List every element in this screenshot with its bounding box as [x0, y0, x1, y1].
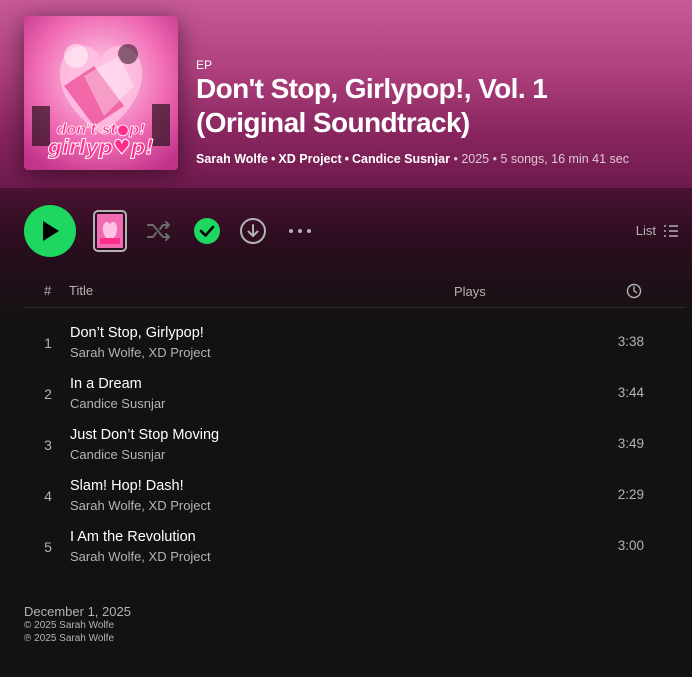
album-summary: 5 songs, 16 min 41 sec	[500, 152, 629, 166]
track-artists[interactable]: Sarah Wolfe, XD Project	[70, 498, 211, 513]
track-row[interactable]: 3 Just Don’t Stop Moving Candice Susnjar…	[24, 420, 686, 470]
track-number: 1	[44, 335, 52, 351]
phonographic-copyright-text: ℗ 2025 Sarah Wolfe	[24, 633, 115, 644]
track-title[interactable]: Slam! Hop! Dash!	[70, 478, 184, 494]
track-title[interactable]: Just Don’t Stop Moving	[70, 427, 219, 443]
artist-link[interactable]: XD Project	[278, 152, 341, 166]
download-icon[interactable]	[239, 217, 267, 245]
track-artists[interactable]: Sarah Wolfe, XD Project	[70, 345, 211, 360]
track-title[interactable]: In a Dream	[70, 376, 142, 392]
track-number: 5	[44, 539, 52, 555]
track-duration: 3:38	[617, 334, 644, 349]
track-title[interactable]: Don’t Stop, Girlypop!	[70, 325, 204, 341]
track-number: 3	[44, 437, 52, 453]
artist-link[interactable]: Candice Susnjar	[352, 152, 450, 166]
col-plays: Plays	[454, 284, 486, 299]
copyright-text: © 2025 Sarah Wolfe	[24, 620, 115, 631]
album-header: don't st●p! girlyp♥p! EP Don't Stop, Gir…	[0, 0, 692, 188]
album-type-label: EP	[196, 58, 213, 72]
release-date: December 1, 2025	[24, 604, 131, 619]
col-number: #	[44, 283, 52, 298]
album-meta: Sarah Wolfe • XD Project • Candice Susnjar •…	[196, 152, 629, 166]
list-icon	[664, 224, 678, 237]
check-circle-icon[interactable]	[193, 217, 221, 245]
track-duration: 3:49	[617, 436, 644, 451]
play-button[interactable]	[24, 205, 76, 257]
track-row[interactable]: 2 In a Dream Candice Susnjar 3:44	[24, 369, 686, 419]
shuffle-icon[interactable]	[145, 217, 173, 245]
track-number: 4	[44, 488, 52, 504]
track-number: 2	[44, 386, 52, 402]
col-title: Title	[69, 283, 94, 298]
album-year: 2025	[461, 152, 490, 166]
artist-link[interactable]: Sarah Wolfe	[196, 152, 268, 166]
play-icon	[43, 221, 59, 241]
track-row[interactable]: 4 Slam! Hop! Dash! Sarah Wolfe, XD Proje…	[24, 471, 686, 521]
album-footer: December 1, 2025 © 2025 Sarah Wolfe ℗ 20…	[24, 604, 131, 645]
cover-logo-text-2: girlyp♥p!	[48, 135, 155, 159]
track-duration: 2:29	[617, 487, 644, 502]
clock-icon	[626, 283, 642, 299]
track-row[interactable]: 5 I Am the Revolution Sarah Wolfe, XD Pr…	[24, 522, 686, 572]
track-artists[interactable]: Candice Susnjar	[70, 447, 165, 462]
view-toggle[interactable]: List	[636, 223, 678, 238]
more-icon[interactable]	[287, 217, 313, 245]
track-table-header: # Title Plays	[24, 276, 686, 308]
track-artists[interactable]: Sarah Wolfe, XD Project	[70, 549, 211, 564]
track-duration: 3:44	[617, 385, 644, 400]
album-title: Don't Stop, Girlypop!, Vol. 1 (Original …	[196, 73, 548, 138]
track-artists[interactable]: Candice Susnjar	[70, 396, 165, 411]
track-row[interactable]: 1 Don’t Stop, Girlypop! Sarah Wolfe, XD …	[24, 318, 686, 368]
track-title[interactable]: I Am the Revolution	[70, 529, 196, 545]
action-bar: List	[0, 205, 692, 257]
track-duration: 3:00	[617, 538, 644, 553]
album-cover[interactable]: don't st●p! girlyp♥p!	[24, 16, 178, 170]
view-toggle-label: List	[635, 223, 656, 238]
preview-thumbnail[interactable]	[93, 210, 127, 252]
